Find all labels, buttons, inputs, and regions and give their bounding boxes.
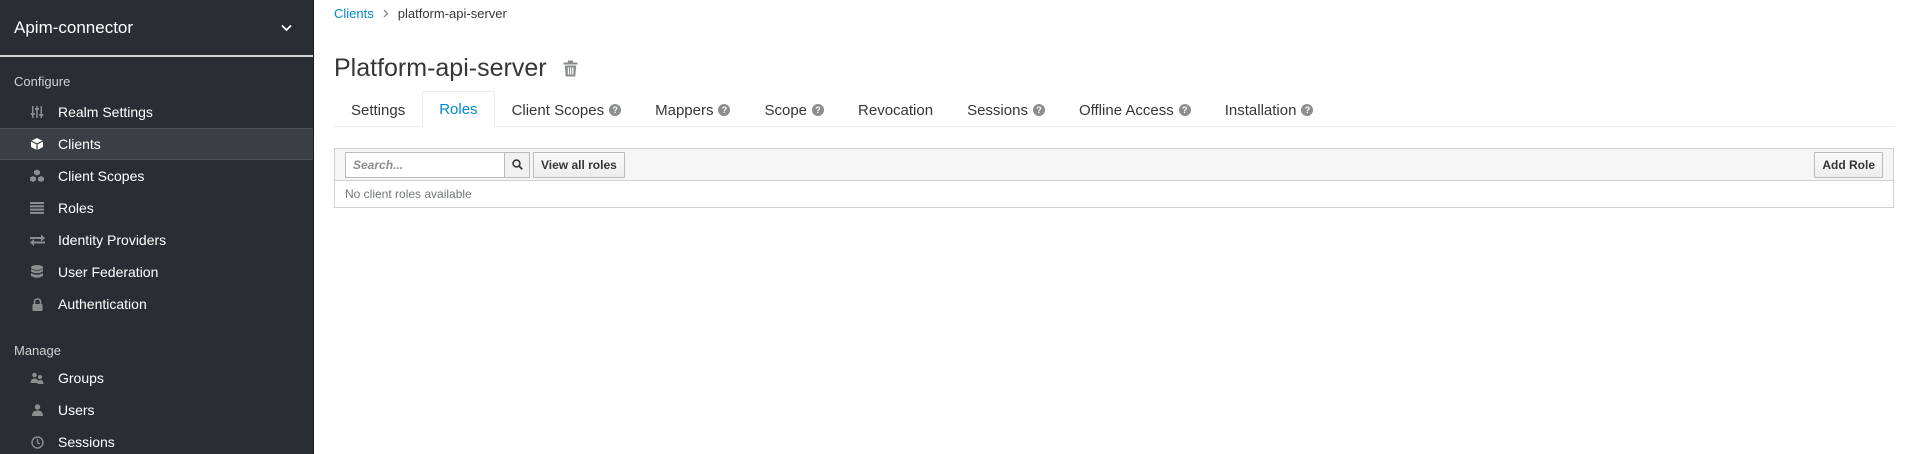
chevron-right-icon (383, 9, 389, 18)
sidebar-item-roles[interactable]: Roles (0, 192, 313, 224)
question-circle-icon[interactable]: ? (718, 104, 731, 116)
question-circle-icon[interactable]: ? (1178, 104, 1191, 116)
sidebar-item-label: Authentication (58, 296, 147, 312)
sidebar-item-label: Identity Providers (58, 232, 167, 248)
breadcrumb-current: platform-api-server (397, 6, 507, 21)
sidebar-item-label: Roles (58, 200, 94, 216)
sidebar-item-client-scopes[interactable]: Client Scopes (0, 160, 313, 192)
roles-table: View all roles Add Role No client roles … (334, 148, 1894, 208)
tab-label: Mappers (655, 101, 714, 119)
sidebar-item-identity-providers[interactable]: Identity Providers (0, 224, 313, 256)
manage-section-title: Manage (14, 342, 61, 358)
main-content: Clients platform-api-server Platform-api… (314, 0, 1911, 454)
question-circle-icon[interactable]: ? (1301, 104, 1314, 116)
question-circle-icon[interactable]: ? (609, 104, 622, 116)
tab-label: Scope (764, 101, 808, 119)
sliders-icon (29, 104, 45, 120)
sidebar-item-sessions[interactable]: Sessions (0, 426, 313, 454)
configure-section-title: Configure (14, 73, 71, 89)
lock-icon (29, 296, 45, 312)
question-circle-icon[interactable]: ? (812, 104, 825, 116)
title-row: Platform-api-server (334, 52, 1895, 84)
tab-installation[interactable]: Installation? (1208, 92, 1331, 127)
sidebar-item-groups[interactable]: Groups (0, 362, 313, 394)
sidebar-item-users[interactable]: Users (0, 394, 313, 426)
tab-label: Revocation (858, 101, 934, 119)
empty-message: No client roles available (345, 187, 472, 201)
user-icon (29, 402, 45, 418)
realm-name: Apim-connector (14, 17, 134, 37)
sidebar-item-clients[interactable]: Clients (0, 128, 313, 160)
tab-client-scopes[interactable]: Client Scopes? (495, 92, 639, 127)
search-group (345, 151, 530, 178)
search-input[interactable] (345, 151, 505, 178)
realm-selector[interactable]: Apim-connector (0, 0, 313, 57)
tab-label: Roles (439, 101, 478, 118)
sidebar-item-realm-settings[interactable]: Realm Settings (0, 96, 313, 128)
tab-sessions[interactable]: Sessions? (950, 92, 1062, 127)
tab-roles[interactable]: Roles (422, 91, 495, 127)
cubes-icon (29, 168, 45, 184)
sidebar-item-label: Clients (58, 136, 101, 152)
client-tabs: Settings Roles Client Scopes? Mappers? S… (334, 91, 1895, 127)
database-icon (29, 264, 45, 280)
tab-label: Sessions (967, 101, 1028, 119)
manage-nav: Groups Users Sessions (0, 362, 313, 454)
tab-label: Offline Access (1078, 101, 1174, 119)
tab-revocation[interactable]: Revocation (841, 92, 950, 127)
sidebar-item-label: Users (58, 402, 95, 418)
breadcrumb: Clients platform-api-server (334, 0, 1895, 27)
tab-settings[interactable]: Settings (334, 92, 422, 127)
configure-nav: Realm Settings Clients Client Scopes Rol… (0, 96, 313, 320)
exchange-icon (29, 232, 45, 248)
page-title: Platform-api-server (334, 53, 547, 82)
sidebar-item-label: Realm Settings (58, 104, 153, 120)
sidebar-item-label: Groups (58, 370, 104, 386)
sidebar-item-label: Sessions (58, 434, 115, 450)
chevron-down-icon (279, 21, 293, 35)
breadcrumb-clients-link[interactable]: Clients (334, 6, 374, 21)
view-all-roles-button[interactable]: View all roles (533, 151, 625, 178)
sidebar-item-user-federation[interactable]: User Federation (0, 256, 313, 288)
tab-offline-access[interactable]: Offline Access? (1062, 92, 1208, 127)
clock-icon (29, 434, 45, 450)
sidebar-item-label: User Federation (58, 264, 159, 280)
table-toolbar: View all roles Add Role (335, 149, 1893, 181)
add-role-button[interactable]: Add Role (1814, 151, 1883, 178)
sidebar: Apim-connector Configure Realm Settings … (0, 0, 314, 454)
tab-label: Client Scopes (511, 101, 605, 119)
search-button[interactable] (505, 151, 530, 178)
tab-label: Settings (351, 101, 406, 119)
search-icon (511, 159, 523, 170)
tab-mappers[interactable]: Mappers? (638, 92, 747, 127)
list-icon (29, 200, 45, 216)
sidebar-item-label: Client Scopes (58, 168, 145, 184)
question-circle-icon[interactable]: ? (1032, 104, 1045, 116)
users-icon (29, 370, 45, 386)
tab-scope[interactable]: Scope? (747, 92, 841, 127)
tab-label: Installation (1224, 101, 1297, 119)
cube-icon (29, 136, 45, 152)
trash-icon[interactable] (563, 59, 579, 77)
sidebar-item-authentication[interactable]: Authentication (0, 288, 313, 320)
